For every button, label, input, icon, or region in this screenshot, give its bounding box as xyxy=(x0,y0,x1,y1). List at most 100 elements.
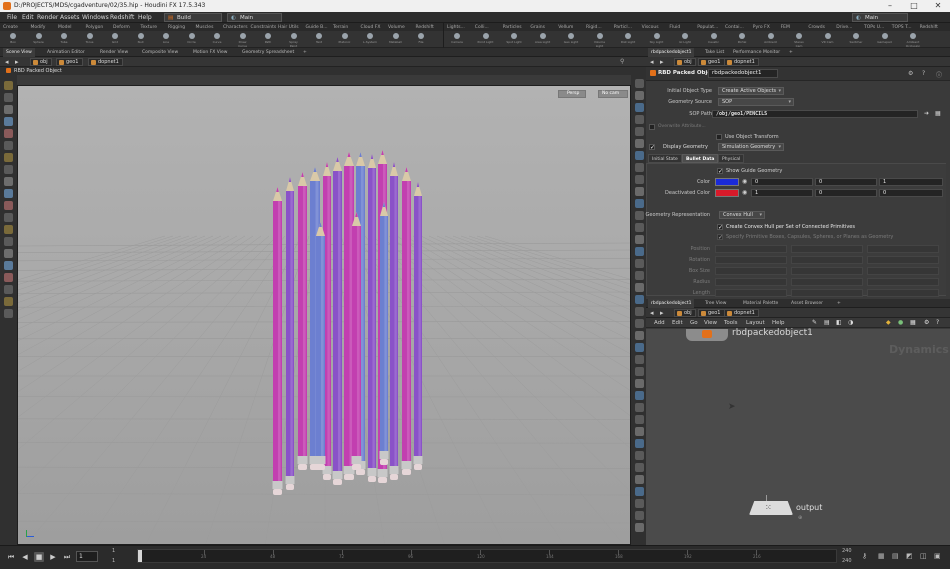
right-shelf-tab[interactable]: Colli... xyxy=(475,24,489,31)
left-shelf-tool[interactable]: Curve xyxy=(212,33,222,44)
right-shelf-tab[interactable]: Redshift xyxy=(920,24,938,31)
left-shelf-tab[interactable]: Rigging xyxy=(168,24,185,31)
add-tab-icon[interactable]: + xyxy=(300,48,310,57)
viewport-tool-icon[interactable] xyxy=(4,309,13,318)
left-shelf-tab[interactable]: Texture xyxy=(141,24,157,31)
viewport-tool-icon[interactable] xyxy=(635,307,644,316)
run-mode-dropdown[interactable]: ◐ Main xyxy=(227,13,282,22)
right-shelf-tool[interactable]: Volume Light xyxy=(594,33,605,48)
left-shelf-tab[interactable]: Hair Utils xyxy=(278,24,299,31)
viewport-tool-icon[interactable] xyxy=(4,273,13,282)
viewport-tool-icon[interactable] xyxy=(635,451,644,460)
left-shelf-tab[interactable]: Constraints xyxy=(251,24,277,31)
start-frame[interactable]: 1 xyxy=(112,548,115,554)
overwrite-attr-checkbox[interactable] xyxy=(649,124,655,130)
viewport-tool-icon[interactable] xyxy=(635,523,644,532)
left-shelf-tool[interactable]: Grid xyxy=(110,33,120,44)
viewport-tool-icon[interactable] xyxy=(4,261,13,270)
network-path-geo1[interactable]: geo1 xyxy=(698,309,725,317)
timeline-tool-icon-5[interactable]: ▣ xyxy=(934,552,941,560)
viewport-tool-icon[interactable] xyxy=(4,177,13,186)
right-shelf-tab[interactable]: Grains xyxy=(530,24,545,31)
viewport-tool-icon[interactable] xyxy=(635,475,644,484)
tab-material-palette[interactable]: Material Palette xyxy=(740,299,781,308)
geometry-source-menu[interactable]: SOP xyxy=(718,98,794,106)
create-convex-checkbox[interactable]: ✓ xyxy=(717,224,723,231)
back-arrow-icon[interactable]: ◂ xyxy=(5,57,9,67)
rbd-node-body[interactable] xyxy=(686,329,728,341)
right-shelf-tool[interactable]: Stereo Cam xyxy=(794,33,804,48)
viewport-tool-icon[interactable] xyxy=(635,439,644,448)
key-icon[interactable]: ⚷ xyxy=(862,552,867,560)
path-jump-icon[interactable]: ➜ xyxy=(924,110,929,117)
add-param-tab-icon[interactable]: + xyxy=(786,48,796,57)
color-picker-icon[interactable]: ◉ xyxy=(742,178,747,185)
right-shelf-tool[interactable]: Camera xyxy=(451,33,463,44)
tab-take-list[interactable]: Take List xyxy=(702,48,727,57)
net-tool-icon-1[interactable]: ✎ xyxy=(812,319,817,326)
stop-button[interactable]: ■ xyxy=(34,552,44,562)
left-shelf-tool[interactable]: Box xyxy=(8,33,18,44)
node-chooser-icon[interactable]: ▦ xyxy=(935,110,941,117)
tab-asset-browser[interactable]: Asset Browser xyxy=(788,299,826,308)
start-frame-2[interactable]: 1 xyxy=(112,558,115,564)
network-path-dopnet1[interactable]: dopnet1 xyxy=(724,309,759,317)
viewport-tool-icon[interactable] xyxy=(635,319,644,328)
right-shelf-tool[interactable]: Dist Light xyxy=(621,33,635,44)
tab-scene-view[interactable]: Scene View xyxy=(3,48,35,57)
forward-arrow-icon[interactable]: ▸ xyxy=(15,57,19,67)
right-shelf-tool[interactable]: Portal xyxy=(737,33,747,44)
jump-start-button[interactable]: ⏮ xyxy=(6,552,16,562)
viewport-tool-icon[interactable] xyxy=(4,105,13,114)
net-help-icon[interactable]: ? xyxy=(936,319,939,326)
left-shelf-tab[interactable]: Guide B... xyxy=(306,24,328,31)
color-r[interactable]: 0 xyxy=(751,178,813,186)
param-forward-icon[interactable]: ▸ xyxy=(660,57,664,67)
right-shelf-tool[interactable]: Caustic xyxy=(708,33,719,44)
viewport-tool-icon[interactable] xyxy=(635,499,644,508)
deact-g[interactable]: 0 xyxy=(815,189,877,197)
right-shelf-tool[interactable]: Gamepad xyxy=(877,33,892,44)
viewport-tool-icon[interactable] xyxy=(635,355,644,364)
path-geo1[interactable]: geo1 xyxy=(56,58,83,66)
viewport-tool-icon[interactable] xyxy=(635,343,644,352)
network-editor[interactable]: Dynamics rbdpackedobject1 ➤ ⁙ output ⊕ xyxy=(646,328,950,545)
timeline-tool-icon-4[interactable]: ◫ xyxy=(920,552,927,560)
viewport-tool-icon[interactable] xyxy=(4,165,13,174)
deact-r[interactable]: 1 xyxy=(751,189,813,197)
show-guide-checkbox[interactable]: ✓ xyxy=(717,168,723,175)
viewport-tool-icon[interactable] xyxy=(635,415,644,424)
left-shelf-tool[interactable]: L-System xyxy=(363,33,377,44)
left-shelf-tool[interactable]: Null xyxy=(136,33,146,44)
tab-param-node[interactable]: rbdpackedobject1 xyxy=(648,48,695,57)
left-shelf-tool[interactable]: Spray Paint xyxy=(289,33,299,48)
viewport-tool-icon[interactable] xyxy=(635,103,644,112)
frame-ruler[interactable]: 24 48 72 96 120 144 168 192 216 xyxy=(137,549,837,563)
end-frame[interactable]: 240 xyxy=(842,548,852,554)
pin-icon[interactable]: ⚲ xyxy=(620,58,624,65)
color-g[interactable]: 0 xyxy=(815,178,877,186)
viewport-tool-icon[interactable] xyxy=(635,223,644,232)
viewport-tool-icon[interactable] xyxy=(635,79,644,88)
viewport-tool-icon[interactable] xyxy=(635,151,644,160)
tab-composite-view[interactable]: Composite View xyxy=(139,48,181,57)
left-shelf-tab[interactable]: Redshift xyxy=(416,24,434,31)
left-shelf-tab[interactable]: Terrain xyxy=(333,24,348,31)
subtab-bullet-data[interactable]: Bullet Data xyxy=(682,154,719,163)
viewport-tool-icon[interactable] xyxy=(635,391,644,400)
left-shelf-tool[interactable]: Draw Curve xyxy=(238,33,248,48)
left-shelf-tab[interactable]: Modify xyxy=(31,24,46,31)
viewport-tool-icon[interactable] xyxy=(635,247,644,256)
menu-windows[interactable]: Windows xyxy=(82,12,109,23)
help-icon[interactable]: ? xyxy=(922,70,925,77)
end-frame-2[interactable]: 240 xyxy=(842,558,852,564)
net-tool-icon-7[interactable]: ▦ xyxy=(910,319,916,326)
right-shelf-tool[interactable]: Sky Light xyxy=(650,33,663,44)
left-shelf-tab[interactable]: Create xyxy=(3,24,18,31)
right-shelf-tab[interactable]: Particl... xyxy=(614,24,632,31)
left-shelf-tool[interactable]: Platonic xyxy=(339,33,350,44)
deactivated-color-swatch[interactable] xyxy=(715,189,739,197)
subtab-physical[interactable]: Physical xyxy=(718,154,745,163)
step-back-button[interactable]: ◀ xyxy=(20,552,30,562)
left-shelf-tool[interactable]: Path xyxy=(263,33,273,44)
